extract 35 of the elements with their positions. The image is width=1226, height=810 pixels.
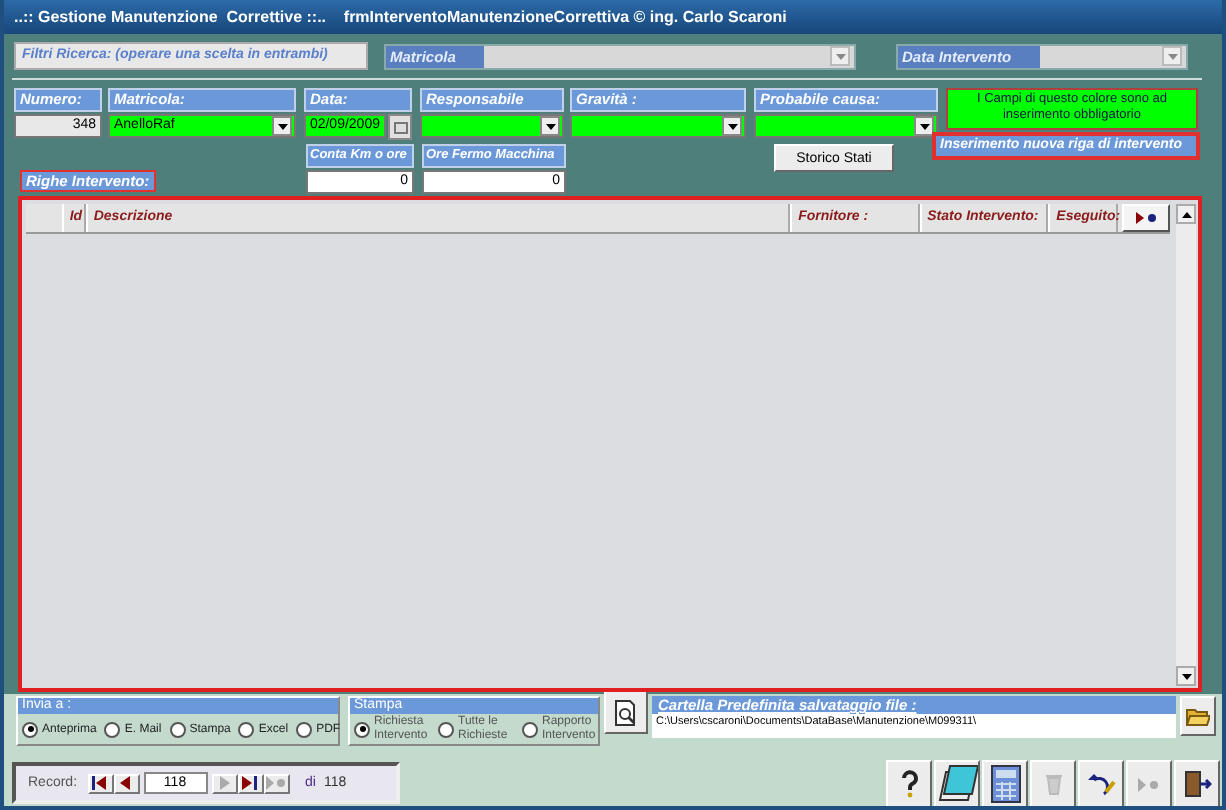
calculator-button[interactable] <box>982 760 1028 806</box>
next-record-button[interactable] <box>211 773 238 793</box>
window-title: ..:: Gestione Manutenzione Correttive ::.. frmInterventoManutenzioneCorrettiva © ing. Carlo Scaroni <box>4 0 1222 34</box>
notebook-icon <box>936 764 978 804</box>
last-icon <box>242 776 259 790</box>
folder-icon <box>1186 706 1210 726</box>
undo-arrow-icon <box>1087 772 1115 796</box>
calculator-icon <box>989 764 1021 804</box>
new-record-icon <box>266 776 287 790</box>
calendar-button[interactable] <box>388 114 412 140</box>
new-record-icon <box>1134 212 1159 224</box>
open-folder-button[interactable] <box>1180 696 1216 736</box>
previous-record-button[interactable] <box>113 773 140 793</box>
help-button[interactable] <box>886 760 932 806</box>
last-record-button[interactable] <box>237 773 264 793</box>
trash-icon <box>1043 772 1063 796</box>
scroll-down-icon <box>1181 673 1191 679</box>
combo-field[interactable] <box>754 114 938 138</box>
previous-icon <box>120 776 133 790</box>
notebook-button[interactable] <box>934 760 980 806</box>
scroll-up-icon <box>1181 211 1191 217</box>
first-icon <box>92 776 109 790</box>
undo-button[interactable] <box>1078 760 1124 806</box>
exit-door-icon <box>1183 770 1211 798</box>
magnifier-icon <box>614 699 638 725</box>
new-record-button[interactable] <box>1122 204 1170 232</box>
first-record-button[interactable] <box>87 773 114 793</box>
new-record-icon <box>1137 777 1161 791</box>
next-icon <box>218 776 231 790</box>
exit-button[interactable] <box>1174 760 1220 806</box>
combo-field[interactable] <box>570 114 746 138</box>
combo-field[interactable] <box>420 114 564 138</box>
question-mark-icon <box>899 770 919 798</box>
vertical-scrollbar[interactable] <box>1176 204 1196 686</box>
print-preview-button[interactable] <box>604 690 648 734</box>
